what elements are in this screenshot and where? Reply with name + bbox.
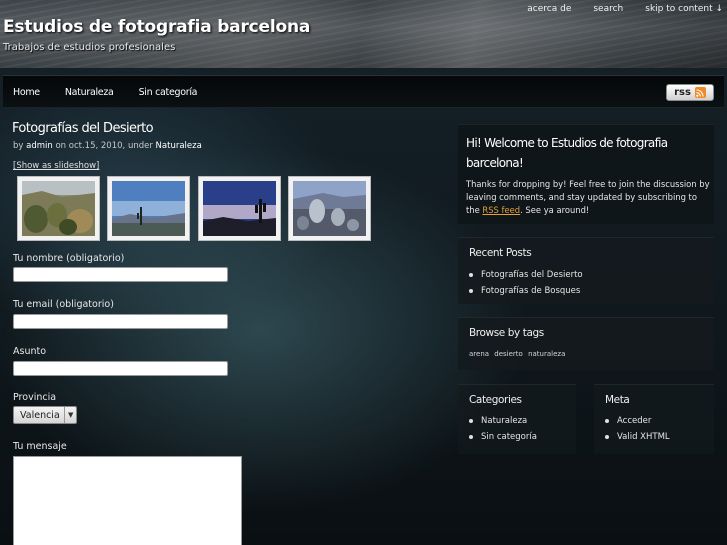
desert-photo-4 bbox=[293, 181, 366, 236]
message-textarea[interactable] bbox=[13, 456, 242, 545]
post-category-link[interactable]: Naturaleza bbox=[156, 141, 202, 151]
list-item[interactable]: Fotografías de Bosques bbox=[469, 283, 583, 299]
gallery-thumbnail[interactable] bbox=[17, 176, 100, 241]
welcome-widget: Hi! Welcome to Estudios de fotografia ba… bbox=[458, 124, 714, 224]
rss-button[interactable]: rss bbox=[666, 84, 714, 101]
top-link-search[interactable]: search bbox=[593, 4, 623, 14]
nav-item-home[interactable]: Home bbox=[13, 87, 40, 98]
name-input[interactable] bbox=[13, 267, 228, 282]
bullet-icon bbox=[605, 419, 609, 423]
email-input[interactable] bbox=[13, 314, 228, 329]
bullet-icon bbox=[469, 435, 473, 439]
province-select[interactable]: Valencia ▼ bbox=[13, 406, 77, 424]
recent-posts-list: Fotografías del Desierto Fotografías de … bbox=[469, 267, 583, 299]
meta-list: Acceder Valid XHTML bbox=[605, 413, 670, 445]
categories-list: Naturaleza Sin categoría bbox=[469, 413, 537, 445]
message-label: Tu mensaje bbox=[13, 441, 67, 452]
bullet-icon bbox=[469, 419, 473, 423]
recent-posts-widget: Recent Posts Fotografías del Desierto Fo… bbox=[458, 237, 714, 304]
category-link[interactable]: Naturaleza bbox=[481, 416, 527, 426]
meta-link-login[interactable]: Acceder bbox=[617, 416, 651, 426]
list-item[interactable]: Sin categoría bbox=[469, 429, 537, 445]
post-title[interactable]: Fotografías del Desierto bbox=[12, 121, 154, 136]
desert-photo-3 bbox=[203, 181, 276, 236]
tags-widget: Browse by tags arena desierto naturaleza bbox=[458, 317, 714, 370]
province-label: Provincia bbox=[13, 392, 57, 403]
dropdown-arrow-icon: ▼ bbox=[64, 407, 76, 423]
welcome-title: Hi! Welcome to Estudios de fotografia ba… bbox=[466, 136, 668, 170]
tag-link[interactable]: desierto bbox=[494, 350, 523, 358]
tag-link[interactable]: naturaleza bbox=[528, 350, 565, 358]
meta-widget: Meta Acceder Valid XHTML bbox=[594, 384, 714, 454]
tag-link[interactable]: arena bbox=[469, 350, 489, 358]
tags-title: Browse by tags bbox=[469, 327, 544, 339]
bullet-icon bbox=[469, 273, 473, 277]
site-header: Estudios de fotografia barcelona Trabajo… bbox=[0, 0, 727, 68]
email-label: Tu email (obligatorio) bbox=[13, 299, 114, 310]
nav-item-sin-categoria[interactable]: Sin categoría bbox=[139, 87, 198, 98]
post-meta-date: on oct.15, 2010, under bbox=[55, 141, 153, 151]
list-item[interactable]: Fotografías del Desierto bbox=[469, 267, 583, 283]
desert-photo-1 bbox=[22, 181, 95, 236]
name-label: Tu nombre (obligatorio) bbox=[13, 253, 125, 264]
categories-title: Categories bbox=[469, 394, 522, 406]
recent-post-link[interactable]: Fotografías de Bosques bbox=[481, 286, 580, 296]
subject-input[interactable] bbox=[13, 361, 228, 376]
top-link-about[interactable]: acerca de bbox=[527, 4, 571, 14]
slideshow-link[interactable]: [Show as slideshow] bbox=[13, 161, 99, 171]
category-link[interactable]: Sin categoría bbox=[481, 432, 537, 442]
desert-photo-2 bbox=[112, 181, 185, 236]
tag-cloud: arena desierto naturaleza bbox=[469, 350, 568, 358]
subject-label: Asunto bbox=[13, 346, 47, 357]
post-author-link[interactable]: admin bbox=[26, 141, 53, 151]
list-item[interactable]: Valid XHTML bbox=[605, 429, 670, 445]
meta-title: Meta bbox=[605, 394, 630, 406]
welcome-text: Thanks for dropping by! Feel free to joi… bbox=[466, 178, 710, 217]
gallery-thumbnail[interactable] bbox=[107, 176, 190, 241]
top-links: acerca de search skip to content ↓ bbox=[527, 4, 723, 14]
rss-feed-link[interactable]: RSS feed bbox=[482, 205, 520, 215]
recent-posts-title: Recent Posts bbox=[469, 247, 532, 259]
rss-button-label: rss bbox=[674, 87, 691, 98]
welcome-text-end: . See ya around! bbox=[520, 205, 590, 215]
gallery-thumbnail[interactable] bbox=[198, 176, 281, 241]
main-nav: Home Naturaleza Sin categoría rss bbox=[3, 75, 724, 108]
post-meta: by admin on oct.15, 2010, under Naturale… bbox=[13, 141, 202, 151]
top-link-skip-to-content[interactable]: skip to content ↓ bbox=[645, 4, 723, 14]
list-item[interactable]: Naturaleza bbox=[469, 413, 537, 429]
gallery-thumbnail[interactable] bbox=[288, 176, 371, 241]
list-item[interactable]: Acceder bbox=[605, 413, 670, 429]
categories-widget: Categories Naturaleza Sin categoría bbox=[458, 384, 576, 454]
bullet-icon bbox=[469, 289, 473, 293]
recent-post-link[interactable]: Fotografías del Desierto bbox=[481, 270, 583, 280]
bullet-icon bbox=[605, 435, 609, 439]
site-tagline: Trabajos de estudios profesionales bbox=[3, 42, 176, 53]
nav-item-naturaleza[interactable]: Naturaleza bbox=[65, 87, 114, 98]
meta-link-valid-xhtml[interactable]: Valid XHTML bbox=[617, 432, 670, 442]
site-title[interactable]: Estudios de fotografia barcelona bbox=[3, 17, 310, 37]
post-meta-by: by bbox=[13, 141, 24, 151]
province-selected-value: Valencia bbox=[20, 409, 60, 421]
rss-icon bbox=[694, 87, 706, 98]
nav-menu: Home Naturaleza Sin categoría bbox=[13, 87, 222, 98]
